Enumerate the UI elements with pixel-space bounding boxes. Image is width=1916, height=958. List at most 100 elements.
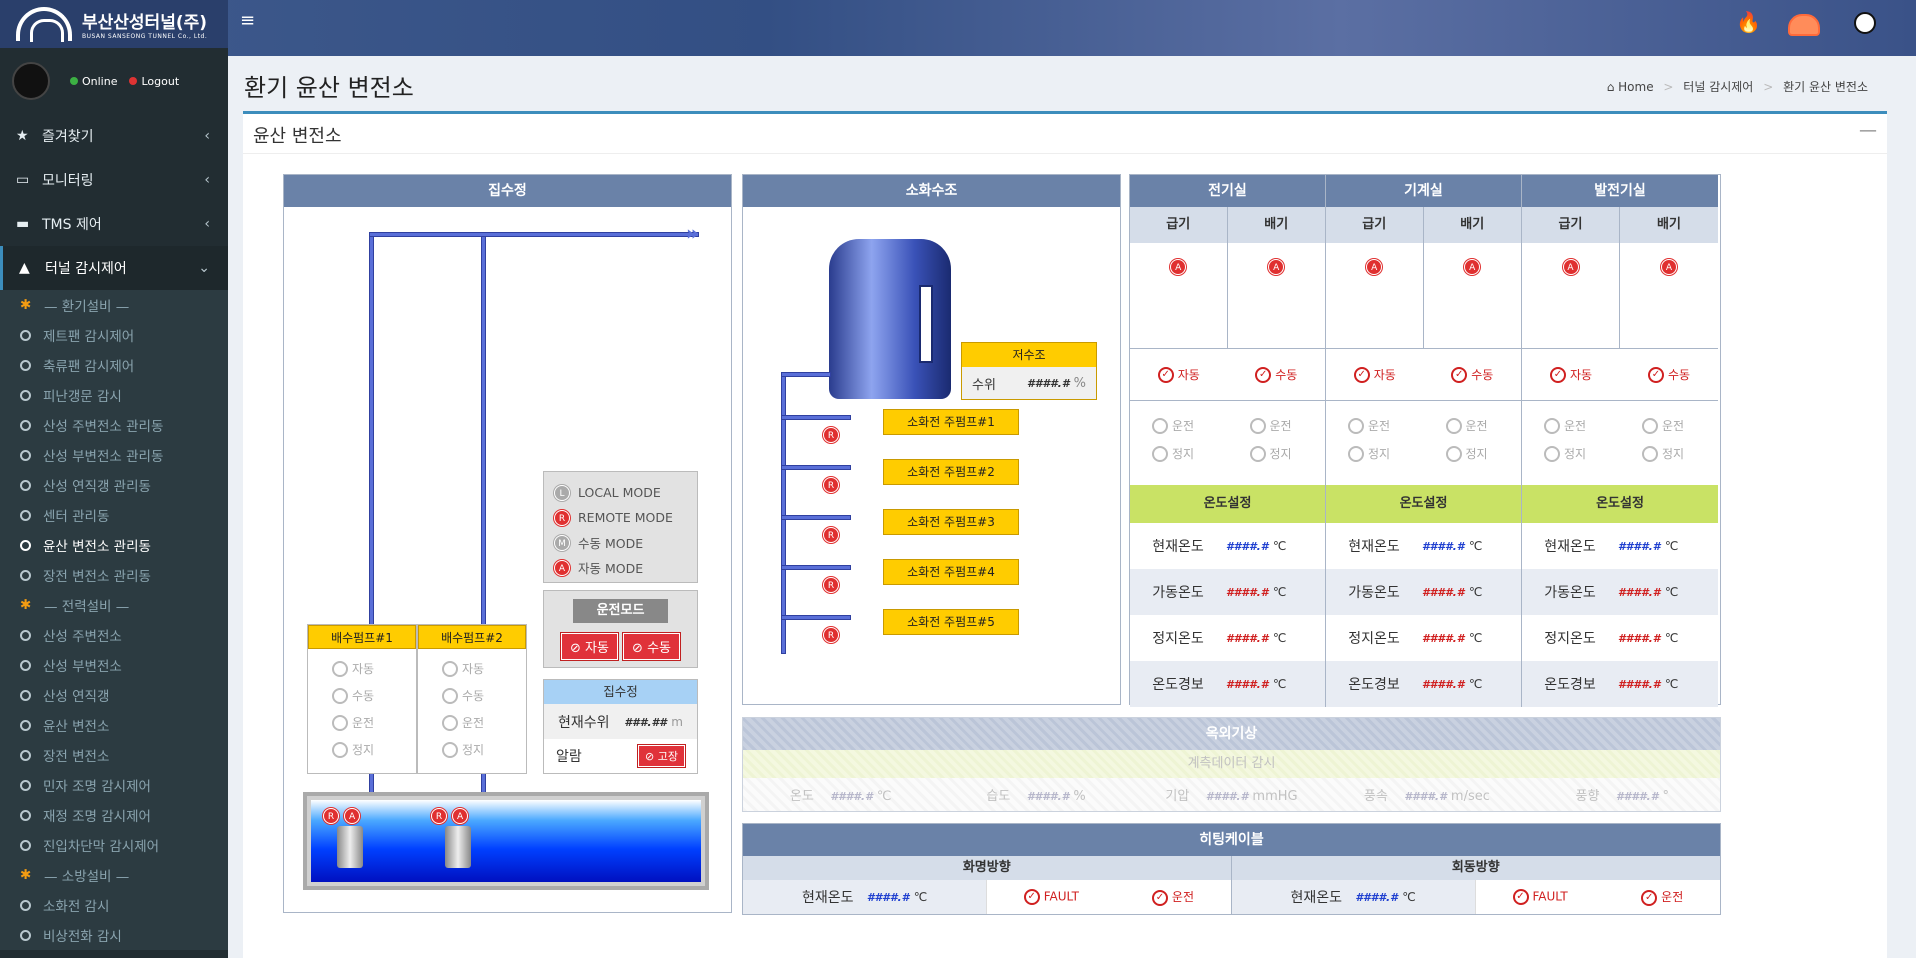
heating-status: ✓ FAULT ✓ 운전 xyxy=(987,880,1232,914)
fire-alarm-icon[interactable]: 🔥 xyxy=(1736,10,1761,34)
sump-water-tank: R A R A xyxy=(303,792,709,890)
manual-button[interactable]: ⊘ 수동 xyxy=(623,633,680,660)
temp-value: ####.# xyxy=(1422,677,1465,691)
temp-row: 현재온도 ####.# ℃ xyxy=(1544,539,1679,555)
pump1-label: 배수펌프#1 xyxy=(308,625,416,649)
circle-icon xyxy=(20,779,31,791)
menu-tms[interactable]: ▬ TMS 제어 ‹ xyxy=(0,202,228,246)
submenu-section: ✱ — 소방설비 — xyxy=(20,867,130,885)
avatar xyxy=(12,62,50,100)
collapse-button[interactable]: — xyxy=(1859,120,1877,141)
stop-state: 정지 xyxy=(1642,443,1718,462)
stop-state: 정지 xyxy=(1152,443,1228,462)
submenu-item[interactable]: 산성 연직갱 xyxy=(0,680,228,710)
flow-arrow-icon: » xyxy=(686,221,699,245)
submenu-item[interactable]: 산성 부변전소 xyxy=(0,650,228,680)
auto-button[interactable]: ⊘ 자동 xyxy=(561,633,618,660)
car-icon: ▬ xyxy=(16,216,30,232)
pump-state: 수동 xyxy=(332,682,416,709)
pump-state: 자동 xyxy=(442,655,526,682)
submenu-item[interactable]: 윤산 변전소 관리동 xyxy=(0,530,228,560)
room-title: 발전기실 xyxy=(1522,175,1718,207)
local-mode-icon: L xyxy=(554,484,570,501)
submenu-item[interactable]: 축류팬 감시제어 xyxy=(0,350,228,380)
reservoir-level-value: ####.# xyxy=(1027,376,1070,390)
submenu-section: ✱ — 전력설비 — xyxy=(20,597,130,615)
fire-title: 소화수조 xyxy=(743,175,1120,207)
submenu-item[interactable]: 산성 연직갱 관리동 xyxy=(0,470,228,500)
fault-indicator: ✓ FAULT xyxy=(1023,889,1079,905)
content-area: 환기 윤산 변전소 ⌂ Home > 터널 감시제어 > 환기 윤산 변전소 윤… xyxy=(228,56,1896,958)
stop-state: 정지 xyxy=(1249,443,1326,462)
weather-item: 습도 ####.# % xyxy=(986,789,1086,804)
auto-button[interactable]: ✓ 자동 xyxy=(1326,366,1424,384)
submenu-item[interactable]: 산성 주변전소 xyxy=(0,620,228,650)
brand-logo[interactable]: 부산산성터널(주) BUSAN SANSEONG TUNNEL Co., Ltd… xyxy=(0,0,228,48)
main-box: 윤산 변전소 — 집수정 » L LOCAL MODE R REMOTE MODE … xyxy=(243,111,1887,958)
manual-button[interactable]: ✓ 수동 xyxy=(1620,366,1718,384)
stop-state: 정지 xyxy=(1348,443,1424,462)
pipe xyxy=(781,515,851,520)
circle-icon xyxy=(20,569,31,581)
submenu-item[interactable]: 제트팬 감시제어 xyxy=(0,320,228,350)
run-state: 운전 xyxy=(1348,415,1424,443)
auto-indicator-icon: A xyxy=(1464,259,1481,275)
menu-tunnel-control[interactable]: ▲ 터널 감시제어 ⌄ xyxy=(0,246,228,290)
pump-motor-icon xyxy=(445,826,471,868)
remote-indicator-icon: R xyxy=(823,577,839,593)
circle-icon xyxy=(20,929,31,941)
tunnel-logo-icon xyxy=(16,7,72,42)
submenu-item[interactable]: 재정 조명 감시제어 xyxy=(0,800,228,830)
user-profile-icon[interactable] xyxy=(1854,12,1876,34)
pump-state: 정지 xyxy=(332,736,416,763)
temp-row: 온도경보 ####.# ℃ xyxy=(1326,661,1521,707)
auto-button[interactable]: ✓ 자동 xyxy=(1522,366,1620,384)
manual-button[interactable]: ✓ 수동 xyxy=(1424,366,1522,384)
mode-box: L LOCAL MODE R REMOTE MODE M 수동 MODE A 자동 MO… xyxy=(543,471,698,583)
menu-toggle-icon[interactable]: ≡ xyxy=(240,10,255,31)
chevron-down-icon: ⌄ xyxy=(198,260,210,276)
monitor-icon: ▭ xyxy=(16,172,30,188)
remote-indicator-icon: R xyxy=(431,808,447,824)
run-indicator: ✓ 운전 xyxy=(1641,888,1683,906)
submenu-item[interactable]: 산성 부변전소 관리동 xyxy=(0,440,228,470)
exhaust-label: 배기 xyxy=(1657,217,1681,232)
radio-icon xyxy=(1249,417,1266,434)
remote-indicator-icon: R xyxy=(823,527,839,543)
submenu-item[interactable]: 장전 변전소 관리동 xyxy=(0,560,228,590)
logout-link[interactable]: Logout xyxy=(141,75,179,88)
brand-sub: BUSAN SANSEONG TUNNEL Co., Ltd. xyxy=(82,33,208,40)
menu-favorites[interactable]: ★ 즐겨찾기 ‹ xyxy=(0,114,228,158)
auto-button[interactable]: ✓ 자동 xyxy=(1130,366,1228,384)
pipe xyxy=(369,232,699,237)
breadcrumb-mid[interactable]: 터널 감시제어 xyxy=(1683,80,1753,94)
submenu-item[interactable]: 민자 조명 감시제어 xyxy=(0,770,228,800)
radio-icon xyxy=(1642,445,1658,462)
submenu-item[interactable]: 장전 변전소 xyxy=(0,740,228,770)
sidebar: Online Logout ★ 즐겨찾기 ‹ ▭ 모니터링 ‹ ▬ TMS 제어 ‹ ▲ 터널… xyxy=(0,48,228,958)
section-icon: ✱ xyxy=(20,597,32,613)
submenu-item[interactable]: 비상전화 감시 xyxy=(0,920,228,950)
submenu-item[interactable]: 센터 관리동 xyxy=(0,500,228,530)
page-title: 환기 윤산 변전소 xyxy=(244,74,414,102)
submenu-item[interactable]: 진입차단막 감시제어 xyxy=(0,830,228,860)
heating-panel: 히팅케이블 화명방향 회동방향 현재온도 ####.# ℃ ✓ FAULT ✓ 운전 현재… xyxy=(742,823,1721,915)
pipe xyxy=(781,415,851,420)
fire-pump-label: 소화전 주펌프#3 xyxy=(883,509,1019,535)
submenu-item[interactable]: 피난갱문 감시 xyxy=(0,380,228,410)
breadcrumb-home[interactable]: Home xyxy=(1618,80,1653,94)
auto-indicator-icon: A xyxy=(1268,259,1285,275)
warning-light-icon[interactable] xyxy=(1788,14,1820,36)
submenu-item[interactable]: 소화전 감시 xyxy=(0,890,228,920)
heating-title: 히팅케이블 xyxy=(743,824,1720,856)
room-title: 전기실 xyxy=(1130,175,1325,207)
check-icon: ✓ xyxy=(1255,367,1272,384)
radio-icon xyxy=(1544,445,1560,462)
remote-indicator-icon: R xyxy=(823,427,839,443)
heating-temp: 현재온도 ####.# ℃ xyxy=(1231,880,1476,914)
room-column: 전기실 급기 배기 A A ✓ 자동 ✓ 수동 운전 정지 운전 정지 온도설정 현재온도 ####.# ℃ 가… xyxy=(1130,175,1326,707)
submenu-item[interactable]: 산성 주변전소 관리동 xyxy=(0,410,228,440)
submenu-item[interactable]: 윤산 변전소 xyxy=(0,710,228,740)
manual-button[interactable]: ✓ 수동 xyxy=(1228,366,1326,384)
menu-monitoring[interactable]: ▭ 모니터링 ‹ xyxy=(0,158,228,202)
